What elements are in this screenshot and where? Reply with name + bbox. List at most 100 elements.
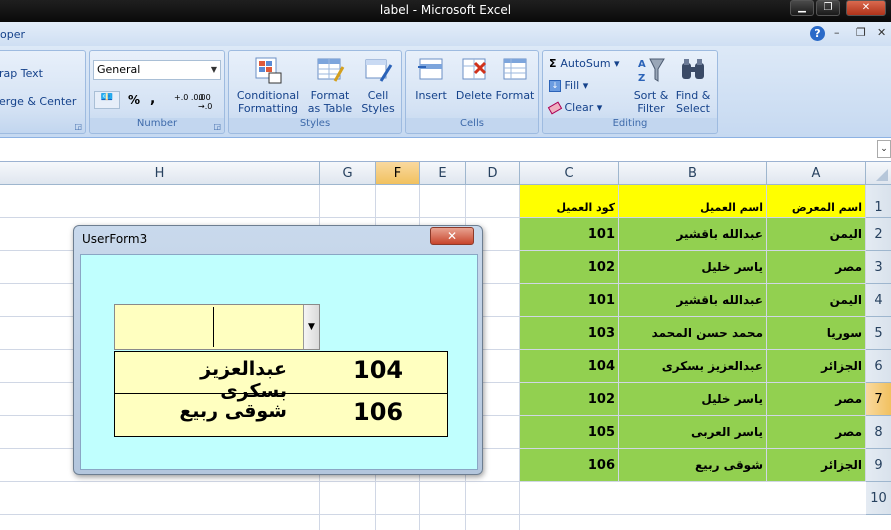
cell-c1[interactable]: كود العميل [520,185,619,218]
decrease-decimal-button[interactable]: .00 →.0 [198,93,224,111]
dialog-launcher-icon[interactable]: ◲ [213,122,221,131]
column-header-c[interactable]: C [520,162,619,185]
autosum-button[interactable]: Σ AutoSum ▾ [549,55,620,73]
restore-button[interactable]: ❐ [816,0,840,16]
cell-b5[interactable]: محمد حسن المحمد [619,317,767,350]
list-item[interactable]: 104 عبدالعزيز بسكرى [115,352,447,402]
insert-icon [418,58,443,80]
column-header-b[interactable]: B [619,162,767,185]
column-header-f[interactable]: F [376,162,420,185]
row-header-9[interactable]: 9 [866,449,891,482]
userform-close-button[interactable]: ✕ [430,227,474,245]
cell-a9[interactable]: الجزائر [767,449,866,482]
delete-button[interactable]: Delete [452,55,496,121]
cell-a4[interactable]: اليمن [767,284,866,317]
format-as-table-button[interactable]: Format as Table [305,55,355,121]
row-header-3[interactable]: 3 [866,251,891,284]
workbook-close-button[interactable]: ✕ [877,26,886,39]
cell-c6[interactable]: 104 [520,350,619,383]
cell-a3[interactable]: مصر [767,251,866,284]
cell-c3[interactable]: 102 [520,251,619,284]
cell-styles-icon [365,59,393,82]
column-header-g[interactable]: G [320,162,376,185]
tab-partial-text[interactable]: oper [0,28,25,41]
fill-button[interactable]: ↓ Fill ▾ [549,77,588,95]
sort-filter-icon: AZ [638,58,665,84]
combobox[interactable]: ▼ [114,304,320,350]
cell-c2[interactable]: 101 [520,218,619,251]
row-header-6[interactable]: 6 [866,350,891,383]
row-header-1[interactable]: 1 [866,185,891,218]
cell-c7[interactable]: 102 [520,383,619,416]
cell-a8[interactable]: مصر [767,416,866,449]
cell-styles-label1: Cell [367,89,389,102]
format-as-table-icon [317,58,345,82]
cell-b2[interactable]: عبدالله باقشير [619,218,767,251]
styles-group-label: Styles [229,118,401,132]
row-header-4[interactable]: 4 [866,284,891,317]
help-icon[interactable]: ? [810,26,825,41]
svg-text:A: A [638,59,646,70]
column-header-h[interactable]: H [0,162,320,185]
cell-a2[interactable]: اليمن [767,218,866,251]
row-header-7[interactable]: 7 [866,383,891,416]
cells-group: Insert Delete Format Cells [405,50,539,134]
currency-button[interactable]: 💶 [94,91,120,109]
currency-icon: 💶 [100,92,114,103]
column-header-a[interactable]: A [767,162,866,185]
cell-b3[interactable]: ياسر خليل [619,251,767,284]
cell-a7[interactable]: مصر [767,383,866,416]
expand-formula-bar-button[interactable]: ⌄ [877,140,891,158]
format-button[interactable]: Format [494,55,536,121]
cell-styles-button[interactable]: Cell Styles [357,55,399,121]
cell-a6[interactable]: الجزائر [767,350,866,383]
workbook-minimize-button[interactable]: – [834,26,840,39]
cell-b4[interactable]: عبدالله باقشير [619,284,767,317]
dialog-launcher-icon[interactable]: ◲ [74,122,82,131]
formula-bar[interactable]: ⌄ [0,138,891,162]
find-select-button[interactable]: Find & Select [671,55,715,121]
sort-filter-button[interactable]: AZ Sort & Filter [629,55,673,121]
number-format-select[interactable]: General ▼ [93,60,221,80]
cell-b8[interactable]: ياسر العربى [619,416,767,449]
window-titlebar: label - Microsoft Excel ▁ ❐ ✕ [0,0,891,22]
cell-c4[interactable]: 101 [520,284,619,317]
list-item[interactable]: 106 شوقى ربيع [115,394,447,436]
window-title: label - Microsoft Excel [379,3,512,17]
row-header-5[interactable]: 5 [866,317,891,350]
minimize-button[interactable]: ▁ [790,0,814,16]
row-header-2[interactable]: 2 [866,218,891,251]
comma-button[interactable]: , [150,91,155,107]
fill-icon: ↓ [549,80,561,92]
close-window-button[interactable]: ✕ [846,0,886,16]
wrap-text-button[interactable]: rap Text [0,65,43,83]
cell-b6[interactable]: عبدالعزيز بسكرى [619,350,767,383]
cell-a5[interactable]: سوريا [767,317,866,350]
select-all-triangle-icon [876,169,888,181]
insert-button[interactable]: Insert [410,55,452,121]
cell-c9[interactable]: 106 [520,449,619,482]
row-header-8[interactable]: 8 [866,416,891,449]
row-header-10[interactable]: 10 [866,482,891,515]
clear-button[interactable]: Clear ▾ [547,99,602,117]
merge-center-button[interactable]: erge & Center [0,93,76,111]
list-item-code: 106 [353,398,404,426]
workbook-restore-button[interactable]: ❐ [856,26,866,39]
cell-c8[interactable]: 105 [520,416,619,449]
cell-b1[interactable]: اسم العميل [619,185,767,218]
number-format-value: General [97,63,141,76]
cell-a1[interactable]: اسم المعرض [767,185,866,218]
delete-icon [462,58,487,80]
select-all-corner[interactable] [866,162,891,185]
cell-b7[interactable]: ياسر خليل [619,383,767,416]
cell-b9[interactable]: شوقى ربيع [619,449,767,482]
column-header-e[interactable]: E [420,162,466,185]
listbox[interactable]: 104 عبدالعزيز بسكرى 106 شوقى ربيع [114,351,448,437]
userform-window[interactable]: UserForm3 ✕ ▼ 104 عبدالعزيز بسكرى 106 شو… [73,225,483,475]
format-as-table-label2: as Table [307,102,353,115]
cell-c5[interactable]: 103 [520,317,619,350]
combobox-dropdown-button[interactable]: ▼ [303,305,319,349]
column-header-d[interactable]: D [466,162,520,185]
conditional-formatting-button[interactable]: Conditional Formatting [233,55,303,121]
percent-button[interactable]: % [128,93,140,107]
